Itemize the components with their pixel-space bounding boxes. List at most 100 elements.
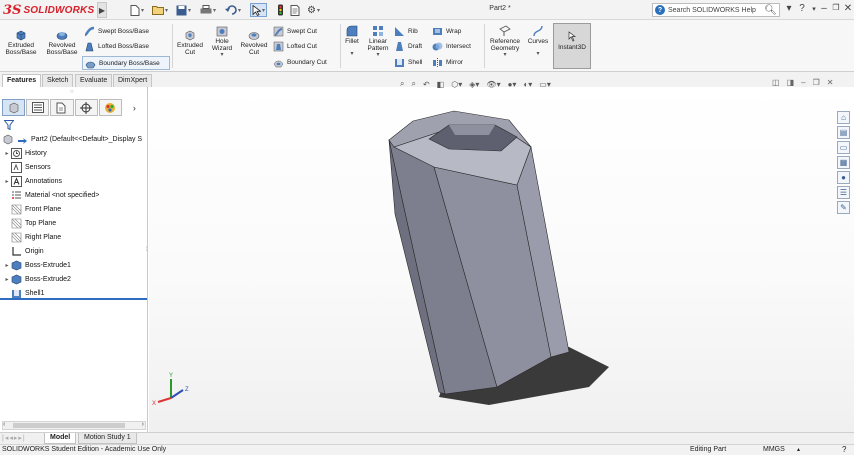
edit-appearance-icon[interactable]: ●▾ (508, 80, 517, 89)
3d-model-view[interactable]: Y X Z (149, 87, 854, 432)
view-orientation-icon[interactable]: ⬡▾ (451, 80, 462, 89)
tab-features[interactable]: Features (2, 74, 42, 87)
view-palette-icon[interactable]: ▦ (837, 156, 850, 169)
intersect-button[interactable]: Intersect (432, 40, 471, 53)
help-search-input[interactable]: ? Search SOLIDWORKS Help 🔍︎ (652, 3, 780, 17)
hide-show-items-icon[interactable]: 👁︎▾ (486, 80, 500, 89)
panel-expand-arrow-icon[interactable]: › (123, 99, 146, 116)
fillet-button[interactable]: Fillet ▾ (342, 25, 362, 58)
extruded-cut-button[interactable]: Extruded Cut (174, 29, 206, 56)
home-icon[interactable]: ⌂ (837, 111, 850, 124)
open-folder-icon[interactable]: ▾ (152, 3, 168, 17)
viewport-restore-icon[interactable]: ❐ (813, 78, 820, 87)
menu-expand-arrow-icon[interactable]: ▶ (97, 2, 107, 18)
rebuild-icon[interactable] (276, 3, 285, 17)
appearances-icon[interactable]: ● (837, 171, 850, 184)
instant3d-button[interactable]: Instant3D (553, 23, 591, 69)
custom-properties-icon[interactable]: ☰ (837, 186, 850, 199)
tab-sketch[interactable]: Sketch (42, 74, 74, 87)
section-view-icon[interactable]: ◧ (437, 80, 445, 89)
scrollbar-thumb[interactable] (13, 423, 125, 428)
tree-item-sensors[interactable]: Sensors (0, 161, 148, 174)
expand-arrow-icon[interactable]: ▸ (3, 262, 11, 269)
boundary-boss-button[interactable]: Boundary Boss/Base (82, 56, 170, 70)
boundary-cut-button[interactable]: Boundary Cut (273, 56, 327, 69)
lofted-cut-button[interactable]: Lofted Cut (273, 40, 317, 53)
display-style-icon[interactable]: ◈▾ (469, 80, 479, 89)
tree-item-boss-extrude2[interactable]: ▸ Boss-Extrude2 (0, 273, 148, 286)
filter-icon[interactable] (3, 120, 15, 132)
apply-scene-icon[interactable]: ◐▾ (523, 80, 532, 89)
dimxpert-manager-tab-icon[interactable] (74, 99, 98, 116)
dropdown-arrow-icon[interactable]: ▾ (364, 52, 392, 59)
hole-wizard-button[interactable]: Hole Wizard ▾ (208, 25, 236, 59)
units-dropdown-icon[interactable]: ▴ (797, 446, 800, 453)
tree-item-material[interactable]: Material <not specified> (0, 189, 148, 202)
quick-tips-icon[interactable]: ? (842, 445, 846, 454)
file-properties-icon[interactable] (290, 3, 300, 17)
tab-motion-study-1[interactable]: Motion Study 1 (78, 433, 137, 444)
configuration-manager-tab-icon[interactable] (50, 99, 74, 116)
scroll-left-icon[interactable]: ‹ (3, 421, 5, 428)
lofted-boss-button[interactable]: Lofted Boss/Base (84, 40, 149, 53)
panel-splitter-icon[interactable]: ⁞ (146, 247, 148, 253)
reference-geometry-button[interactable]: Reference Geometry ▾ (486, 25, 524, 59)
search-icon[interactable]: 🔍︎ (764, 5, 777, 16)
tab-evaluate[interactable]: Evaluate (75, 74, 113, 87)
tree-item-annotations[interactable]: ▸ Annotations (0, 175, 148, 188)
zoom-to-fit-icon[interactable]: ⌕ (400, 79, 404, 89)
close-icon[interactable]: ✕ (842, 3, 854, 14)
options-gear-icon[interactable]: ⚙ ▾ (307, 3, 320, 17)
linear-pattern-button[interactable]: Linear Pattern ▾ (364, 25, 392, 59)
viewport-close-icon[interactable]: ✕ (827, 78, 834, 87)
solidworks-forum-icon[interactable]: ✎ (837, 201, 850, 214)
help-menu-icon[interactable]: ? (796, 3, 808, 14)
mirror-button[interactable]: Mirror (432, 56, 463, 69)
swept-boss-button[interactable]: Swept Boss/Base (84, 25, 149, 38)
draft-button[interactable]: Draft (394, 40, 422, 53)
select-pointer-icon[interactable]: ▾ (250, 3, 268, 17)
viewport-minimize-icon[interactable]: – (801, 78, 805, 87)
search-dropdown-icon[interactable]: ▾ (783, 3, 795, 14)
rollback-bar[interactable] (0, 298, 147, 300)
expand-arrow-icon[interactable]: ▸ (3, 276, 11, 283)
tree-item-top-plane[interactable]: Top Plane (0, 217, 148, 230)
file-explorer-icon[interactable]: ▭ (837, 141, 850, 154)
property-manager-tab-icon[interactable] (26, 99, 50, 116)
shell-button[interactable]: Shell (394, 56, 422, 69)
dropdown-arrow-icon[interactable]: ▾ (486, 52, 524, 59)
revolved-boss-button[interactable]: Revolved Boss/Base (44, 29, 80, 56)
tab-dimxpert[interactable]: DimXpert (113, 74, 153, 87)
display-manager-tab-icon[interactable] (98, 99, 122, 116)
horizontal-scrollbar[interactable]: ‹ › (2, 421, 146, 430)
view-settings-icon[interactable]: ▭▾ (539, 80, 551, 89)
tree-item-front-plane[interactable]: Front Plane (0, 203, 148, 216)
scroll-right-icon[interactable]: › (142, 421, 144, 428)
tree-item-history[interactable]: ▸ History (0, 147, 148, 160)
curves-button[interactable]: Curves ▾ (526, 25, 550, 58)
print-icon[interactable]: ▾ (200, 3, 216, 17)
minimize-icon[interactable]: – (818, 3, 830, 14)
tile-vertical-icon[interactable]: ◨ (787, 78, 795, 87)
tree-item-boss-extrude1[interactable]: ▸ Boss-Extrude1 (0, 259, 148, 272)
swept-cut-button[interactable]: Swept Cut (273, 25, 317, 38)
previous-view-icon[interactable]: ↶ (423, 80, 430, 89)
save-icon[interactable]: ▾ (176, 3, 191, 17)
extruded-boss-button[interactable]: Extruded Boss/Base (2, 29, 40, 56)
expand-arrow-icon[interactable]: ▸ (3, 178, 11, 185)
feature-tree-tab-icon[interactable] (2, 99, 26, 116)
tab-model[interactable]: Model (44, 433, 77, 444)
undo-icon[interactable]: ▾ (225, 3, 241, 17)
wrap-button[interactable]: Wrap (432, 25, 461, 38)
dropdown-arrow-icon[interactable]: ▾ (342, 51, 362, 58)
rib-button[interactable]: Rib (394, 25, 418, 38)
restore-icon[interactable]: ❐ (830, 3, 842, 12)
tile-horizontal-icon[interactable]: ◫ (772, 78, 780, 87)
tree-root-part[interactable]: Part2 (Default<<Default>_Display S (0, 133, 148, 146)
graphics-area[interactable]: Y X Z (149, 87, 854, 432)
panel-collapse-handle-icon[interactable]: ○ (70, 89, 74, 95)
new-document-icon[interactable]: ▾ (130, 3, 144, 17)
tab-scroll-arrows-icon[interactable]: |◂◂▸▸| (2, 434, 26, 442)
dropdown-arrow-icon[interactable]: ▾ (526, 51, 550, 58)
design-library-icon[interactable]: ▤ (837, 126, 850, 139)
